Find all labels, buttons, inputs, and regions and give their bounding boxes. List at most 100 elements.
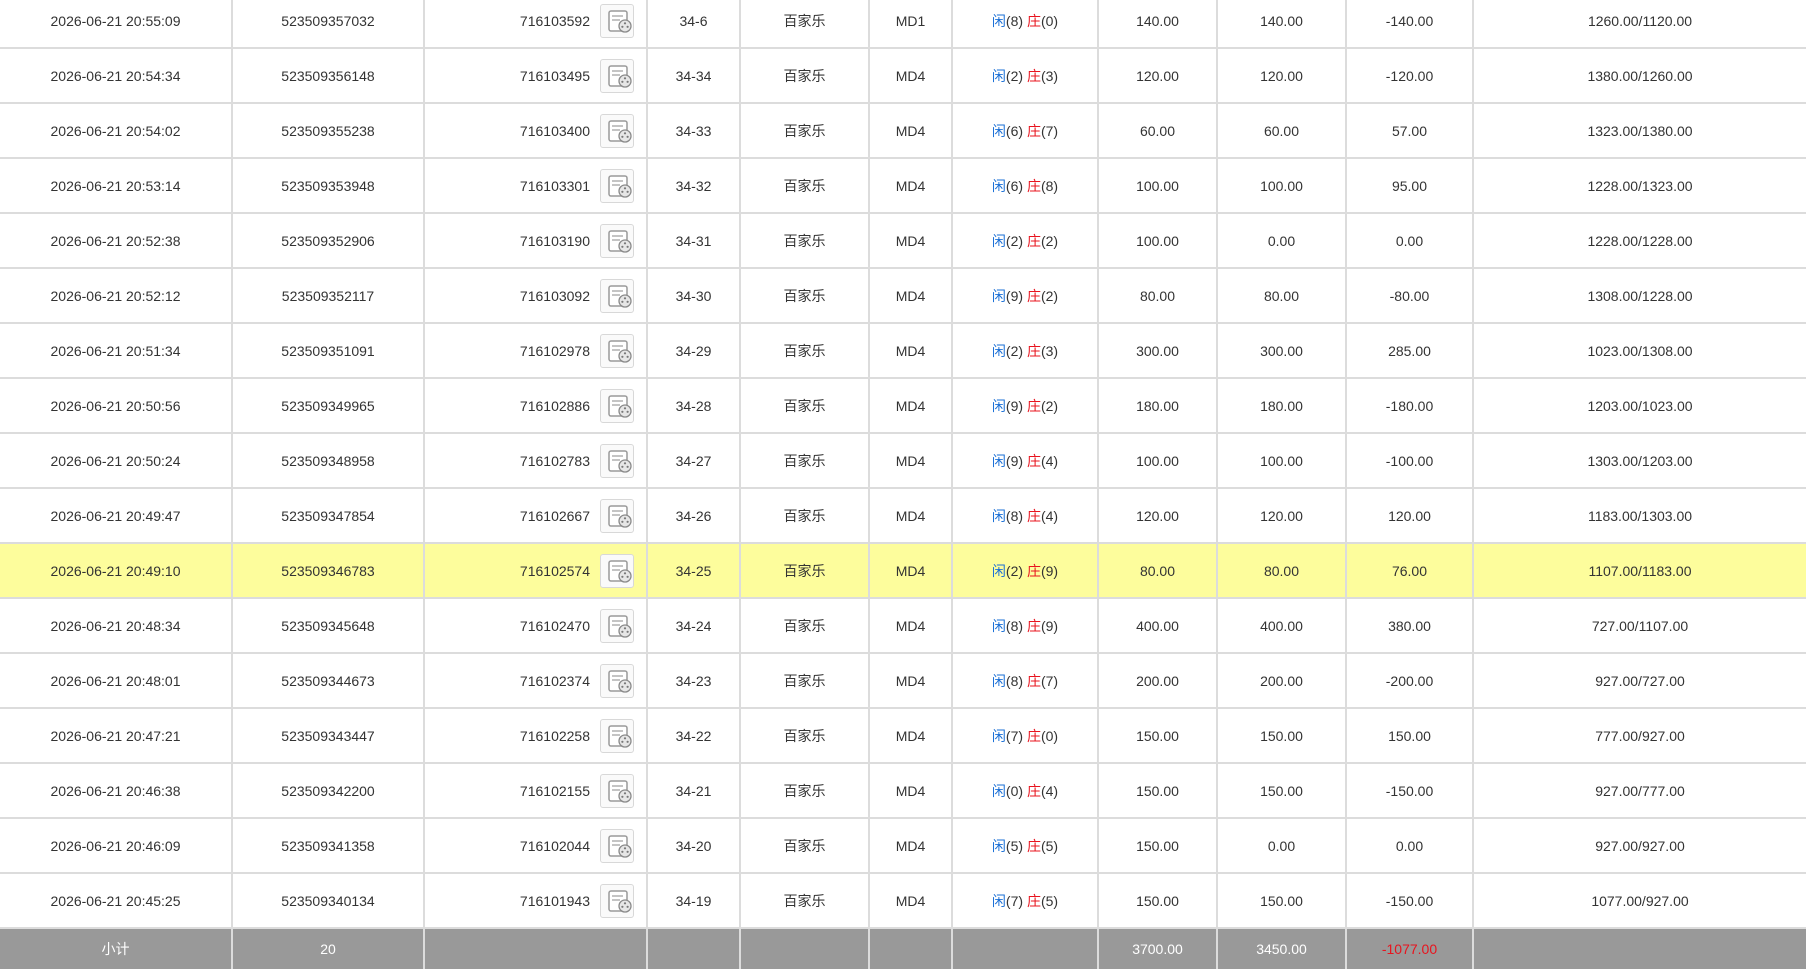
table-row: 2026-06-21 20:52:38 523509352906 716103190… <box>0 213 1806 269</box>
shoe-hand: 34-27 <box>647 433 741 489</box>
banker-score: 2 <box>1045 287 1054 304</box>
player-score: 2 <box>1010 562 1019 579</box>
valid-bet: 150.00 <box>1217 763 1347 819</box>
bet-amount: 150.00 <box>1098 873 1218 929</box>
replay-video-icon[interactable] <box>600 58 634 93</box>
player-label: 闲 <box>991 177 1006 194</box>
replay-video-icon[interactable] <box>600 718 634 753</box>
banker-score: 0 <box>1045 727 1054 744</box>
replay-video-icon[interactable] <box>600 498 634 533</box>
player-score: 8 <box>1010 12 1019 29</box>
result-cell: 闲(8) 庄(4) <box>952 488 1099 544</box>
table-row: 2026-06-21 20:48:34 523509345648 716102470… <box>0 598 1806 654</box>
banker-label: 庄 <box>1026 397 1041 414</box>
shoe-hand: 34-30 <box>647 268 741 324</box>
banker-label: 庄 <box>1026 232 1041 249</box>
replay-video-icon[interactable] <box>600 333 634 368</box>
result-cell: 闲(6) 庄(7) <box>952 103 1099 159</box>
game-number-cell: 716102044 <box>424 818 648 874</box>
player-score: 0 <box>1010 782 1019 799</box>
game-type: 百家乐 <box>740 543 870 599</box>
replay-video-icon[interactable] <box>600 608 634 643</box>
bet-amount: 140.00 <box>1098 0 1218 49</box>
result-cell: 闲(9) 庄(2) <box>952 378 1099 434</box>
player-score: 9 <box>1010 397 1019 414</box>
bet-amount: 150.00 <box>1098 708 1218 764</box>
bet-time: 2026-06-21 20:50:56 <box>0 378 233 434</box>
replay-video-icon[interactable] <box>600 828 634 863</box>
order-number: 523509353948 <box>232 158 425 214</box>
subtotal-row: 小计 20 3700.00 3450.00 -1077.00 <box>0 928 1806 969</box>
result-cell: 闲(9) 庄(2) <box>952 268 1099 324</box>
subtotal-bet: 3700.00 <box>1098 928 1218 969</box>
table-code: MD4 <box>869 103 953 159</box>
replay-video-icon[interactable] <box>600 388 634 423</box>
player-score: 8 <box>1010 507 1019 524</box>
game-number-cell: 716102886 <box>424 378 648 434</box>
game-type: 百家乐 <box>740 818 870 874</box>
game-type: 百家乐 <box>740 323 870 379</box>
replay-video-icon[interactable] <box>600 278 634 313</box>
banker-score: 4 <box>1045 452 1054 469</box>
replay-video-icon[interactable] <box>600 553 634 588</box>
win-loss: -120.00 <box>1346 48 1474 104</box>
player-label: 闲 <box>991 232 1006 249</box>
replay-video-icon[interactable] <box>600 168 634 203</box>
game-number-cell: 716102374 <box>424 653 648 709</box>
replay-video-icon[interactable] <box>600 113 634 148</box>
banker-score: 9 <box>1045 617 1054 634</box>
order-number: 523509355238 <box>232 103 425 159</box>
banker-label: 庄 <box>1026 342 1041 359</box>
table-code: MD4 <box>869 543 953 599</box>
banker-score: 9 <box>1045 562 1054 579</box>
subtotal-count: 20 <box>232 928 425 969</box>
player-score: 6 <box>1010 122 1019 139</box>
shoe-hand: 34-29 <box>647 323 741 379</box>
replay-video-icon[interactable] <box>600 663 634 698</box>
order-number: 523509352117 <box>232 268 425 324</box>
replay-video-icon[interactable] <box>600 223 634 258</box>
table-row: 2026-06-21 20:48:01 523509344673 716102374… <box>0 653 1806 709</box>
replay-video-icon[interactable] <box>600 443 634 478</box>
banker-label: 庄 <box>1026 672 1041 689</box>
order-number: 523509347854 <box>232 488 425 544</box>
player-score: 2 <box>1010 342 1019 359</box>
player-score: 9 <box>1010 452 1019 469</box>
game-number: 716102470 <box>519 617 590 634</box>
banker-score: 0 <box>1045 12 1054 29</box>
win-loss: 76.00 <box>1346 543 1474 599</box>
game-type: 百家乐 <box>740 488 870 544</box>
table-code: MD4 <box>869 763 953 819</box>
bet-amount: 200.00 <box>1098 653 1218 709</box>
bet-amount: 300.00 <box>1098 323 1218 379</box>
valid-bet: 60.00 <box>1217 103 1347 159</box>
table-code: MD4 <box>869 653 953 709</box>
balance-change: 1323.00/1380.00 <box>1473 103 1806 159</box>
game-number: 716102044 <box>519 837 590 854</box>
bet-amount: 100.00 <box>1098 433 1218 489</box>
banker-label: 庄 <box>1026 67 1041 84</box>
game-type: 百家乐 <box>740 378 870 434</box>
valid-bet: 150.00 <box>1217 708 1347 764</box>
order-number: 523509343447 <box>232 708 425 764</box>
valid-bet: 100.00 <box>1217 433 1347 489</box>
game-number: 716102374 <box>519 672 590 689</box>
balance-change: 777.00/927.00 <box>1473 708 1806 764</box>
game-number: 716103495 <box>519 67 590 84</box>
balance-change: 1183.00/1303.00 <box>1473 488 1806 544</box>
banker-label: 庄 <box>1026 617 1041 634</box>
replay-video-icon[interactable] <box>600 3 634 38</box>
player-label: 闲 <box>991 892 1006 909</box>
shoe-hand: 34-28 <box>647 378 741 434</box>
game-number: 716102667 <box>519 507 590 524</box>
result-cell: 闲(6) 庄(8) <box>952 158 1099 214</box>
banker-score: 7 <box>1045 122 1054 139</box>
shoe-hand: 34-23 <box>647 653 741 709</box>
replay-video-icon[interactable] <box>600 883 634 918</box>
replay-video-icon[interactable] <box>600 773 634 808</box>
shoe-hand: 34-6 <box>647 0 741 49</box>
bet-amount: 180.00 <box>1098 378 1218 434</box>
player-score: 9 <box>1010 287 1019 304</box>
table-code: MD4 <box>869 323 953 379</box>
shoe-hand: 34-32 <box>647 158 741 214</box>
